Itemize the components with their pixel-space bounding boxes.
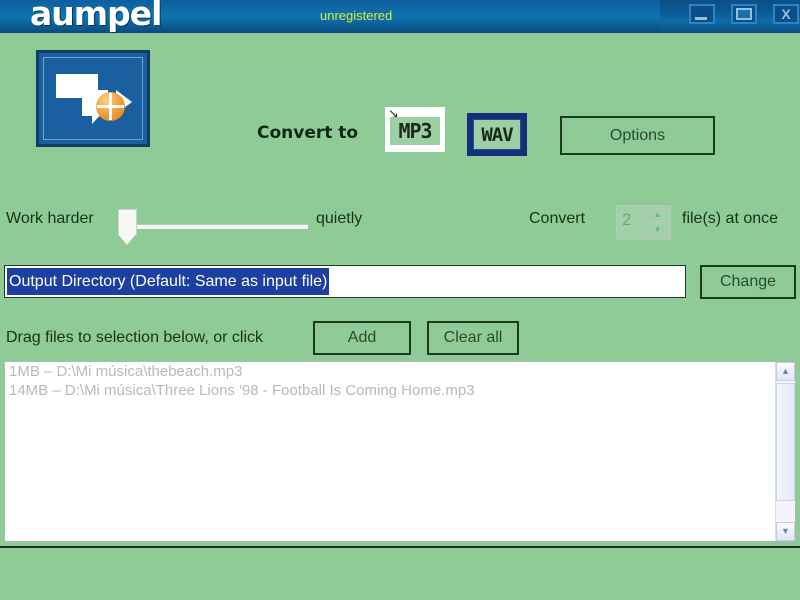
convert-count-suffix-label: file(s) at once [682,210,779,227]
main-panel: Convert to ↘ MP3 WAV Options Work harder… [0,33,800,600]
options-button[interactable]: Options [560,116,715,155]
file-list-scrollbar[interactable]: ▲ ▼ [775,362,795,541]
scroll-down-icon[interactable]: ▼ [776,522,795,541]
drag-files-label: Drag files to selection below, or click [6,329,263,346]
output-directory-input[interactable]: Output Directory (Default: Same as input… [4,265,686,298]
minimize-icon [695,17,707,20]
app-logo-artwork [43,57,143,140]
minimize-button[interactable] [689,4,715,24]
add-files-button[interactable]: Add [313,321,411,355]
convert-count-prefix-label: Convert [529,210,586,227]
maximize-icon [736,8,752,20]
output-directory-value[interactable]: Output Directory (Default: Same as input… [7,268,330,295]
file-list-item[interactable]: 14MB – D:\Mi música\Three Lions '98 - Fo… [5,381,795,400]
concurrent-files-stepper[interactable]: 2 ▲ ▼ [616,205,671,240]
slider-right-label: quietly [316,210,363,227]
effort-slider[interactable] [118,205,308,245]
window-titlebar: aumpel unregistered X [0,0,800,33]
scrollbar-thumb[interactable] [776,383,795,501]
format-mp3-label: MP3 [390,117,440,145]
app-logo [36,50,150,147]
convert-to-label: Convert to [257,123,359,143]
status-panel [0,546,800,600]
file-list[interactable]: 1MB – D:\Mi música\thebeach.mp3 14MB – D:… [4,361,796,542]
clear-all-button[interactable]: Clear all [427,321,519,355]
change-directory-button[interactable]: Change [700,265,796,299]
slider-thumb-tip-icon [118,234,136,245]
scroll-up-icon[interactable]: ▲ [776,362,795,381]
file-list-rows: 1MB – D:\Mi música\thebeach.mp3 14MB – D:… [5,362,795,400]
slider-thumb[interactable] [118,209,137,235]
format-wav-button[interactable]: WAV [467,113,527,156]
slider-track[interactable] [128,224,308,229]
file-list-item[interactable]: 1MB – D:\Mi música\thebeach.mp3 [5,362,795,381]
close-button[interactable]: X [773,4,799,24]
stepper-down-icon[interactable]: ▼ [646,223,669,237]
app-title: aumpel [30,0,162,33]
format-wav-label: WAV [473,119,521,150]
stepper-up-icon[interactable]: ▲ [646,208,669,222]
maximize-button[interactable] [731,4,757,24]
close-icon: X [781,6,791,22]
format-mp3-button[interactable]: ↘ MP3 [385,107,445,152]
registration-status: unregistered [320,8,393,23]
concurrent-files-value[interactable]: 2 [622,210,631,230]
logo-sphere-icon [96,92,125,121]
slider-left-label: Work harder [6,210,94,227]
